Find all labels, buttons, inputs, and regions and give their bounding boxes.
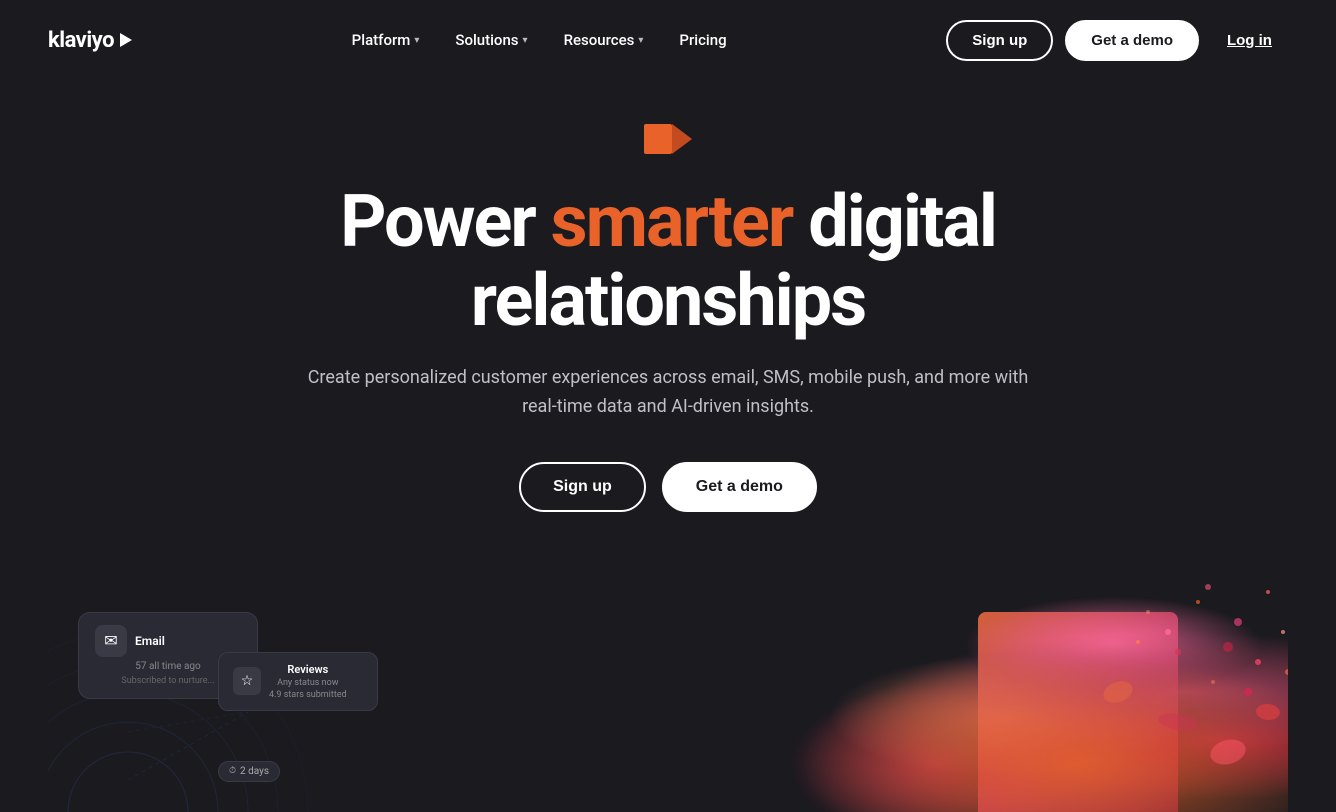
- chevron-down-icon: ▾: [638, 35, 643, 46]
- nav-resources[interactable]: Resources ▾: [550, 23, 658, 57]
- logo-icon: [118, 33, 132, 47]
- nav-login-button[interactable]: Log in: [1211, 22, 1288, 59]
- logo[interactable]: klaviyo: [48, 28, 132, 53]
- star-icon: ☆: [233, 667, 261, 695]
- hero-title: Power smarter digital relationships: [218, 182, 1118, 340]
- days-badge: 2 days: [218, 761, 280, 782]
- review-sub1: Any status now: [269, 678, 347, 688]
- review-label: Reviews: [269, 663, 347, 676]
- hero-section: Power smarter digital relationships Crea…: [0, 80, 1336, 812]
- review-sub2: 4.9 stars submitted: [269, 690, 347, 700]
- nav-signup-button[interactable]: Sign up: [946, 20, 1053, 61]
- nav-platform[interactable]: Platform ▾: [338, 23, 434, 57]
- hero-demo-button[interactable]: Get a demo: [662, 462, 817, 512]
- hero-visual-right: [588, 572, 1288, 812]
- navbar: klaviyo Platform ▾ Solutions ▾ Resources…: [0, 0, 1336, 80]
- chevron-down-icon: ▾: [414, 35, 419, 46]
- nav-solutions[interactable]: Solutions ▾: [441, 23, 541, 57]
- hero-signup-button[interactable]: Sign up: [519, 462, 646, 512]
- email-label: Email: [135, 634, 165, 648]
- nav-demo-button[interactable]: Get a demo: [1065, 20, 1199, 61]
- hero-subtitle: Create personalized customer experiences…: [298, 364, 1038, 422]
- hero-visual: ✉ Email 57 all time ago Subscribed to nu…: [48, 572, 1288, 812]
- hero-buttons: Sign up Get a demo: [519, 462, 817, 512]
- nav-actions: Sign up Get a demo Log in: [946, 20, 1288, 61]
- logo-text: klaviyo: [48, 28, 114, 53]
- review-card: ☆ Reviews Any status now 4.9 stars submi…: [218, 652, 378, 711]
- chevron-down-icon: ▾: [523, 35, 528, 46]
- email-icon: ✉: [95, 625, 127, 657]
- hero-logo-icon: [644, 120, 692, 158]
- nav-pricing[interactable]: Pricing: [665, 23, 740, 57]
- email-card-header: ✉ Email: [95, 625, 241, 657]
- hero-ui-left: ✉ Email 57 all time ago Subscribed to nu…: [48, 612, 388, 812]
- nav-links: Platform ▾ Solutions ▾ Resources ▾ Prici…: [338, 23, 741, 57]
- color-explosion: [588, 572, 1288, 812]
- review-text: Reviews Any status now 4.9 stars submitt…: [269, 663, 347, 700]
